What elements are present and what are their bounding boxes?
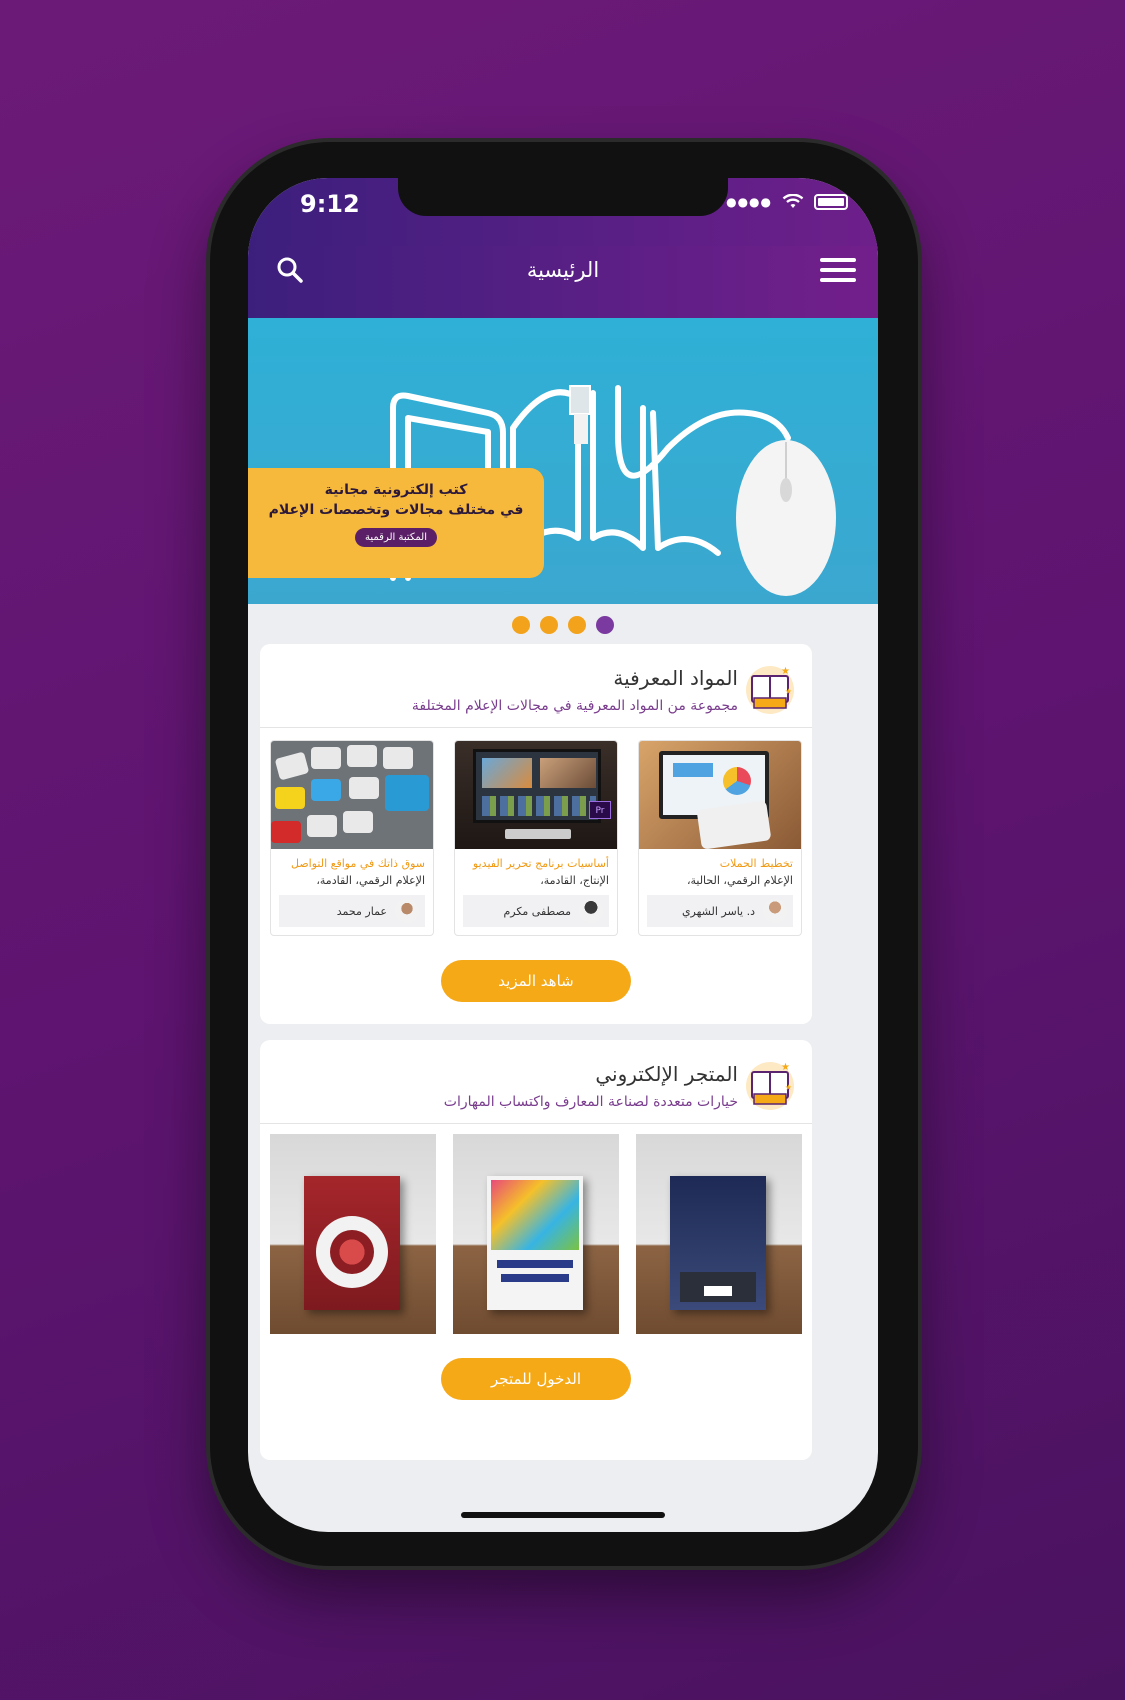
open-book-icon: ★ ★ — [746, 666, 794, 714]
app-bar: الرئيسية — [248, 234, 878, 318]
materials-header: ★ ★ المواد المعرفية مجموعة من المواد الم… — [260, 644, 812, 728]
signal-icon: ●●●● — [726, 195, 772, 209]
course-tags: الإعلام الرقمي، القادمة، — [316, 874, 425, 887]
banner-pager[interactable] — [248, 616, 878, 634]
course-thumbnail — [271, 741, 433, 849]
course-card[interactable]: Pr أساسيات برنامج تحرير الفيديو الإنتاج،… — [454, 740, 618, 936]
banner-line-2: في مختلف مجالات وتخصصات الإعلام — [268, 502, 524, 518]
materials-title: المواد المعرفية — [613, 666, 738, 690]
home-indicator[interactable] — [461, 1512, 665, 1518]
svg-text:★: ★ — [781, 1062, 790, 1073]
store-subtitle: خيارات متعددة لصناعة المعارف واكتساب الم… — [443, 1094, 738, 1110]
course-list: تخطيط الحملات الإعلام الرقمي، الحالية، د… — [260, 728, 812, 936]
materials-subtitle: مجموعة من المواد المعرفية في مجالات الإع… — [411, 698, 738, 714]
status-icons: ●●●● — [726, 194, 848, 210]
pager-dot[interactable] — [540, 616, 558, 634]
instructor-name: د. ياسر الشهري — [681, 904, 755, 918]
pager-dot[interactable] — [512, 616, 530, 634]
instructor-row: د. ياسر الشهري — [647, 895, 793, 927]
notch — [398, 178, 728, 216]
svg-text:★: ★ — [785, 1083, 792, 1092]
book-list — [260, 1124, 812, 1334]
status-time: 9:12 — [300, 190, 360, 218]
menu-icon[interactable] — [820, 258, 856, 282]
battery-icon — [814, 194, 848, 210]
screen: 9:12 ●●●● الرئيسية كتب إلكترونية مجانية … — [248, 178, 878, 1532]
book-cover — [304, 1176, 400, 1310]
course-thumbnail — [639, 741, 801, 849]
instructor-name: عمار محمد — [336, 904, 387, 918]
course-title: تخطيط الحملات — [719, 857, 793, 870]
avatar — [395, 899, 419, 923]
book-item[interactable] — [453, 1134, 619, 1334]
course-title: سوق ذاتك في مواقع التواصل — [290, 857, 425, 870]
store-title: المتجر الإلكتروني — [595, 1062, 738, 1086]
book-item[interactable] — [636, 1134, 802, 1334]
course-tags: الإنتاج، القادمة، — [540, 874, 609, 887]
course-thumbnail: Pr — [455, 741, 617, 849]
course-title: أساسيات برنامج تحرير الفيديو — [472, 857, 609, 870]
course-card[interactable]: تخطيط الحملات الإعلام الرقمي، الحالية، د… — [638, 740, 802, 936]
course-tags: الإعلام الرقمي، الحالية، — [686, 874, 793, 887]
instructor-name: مصطفى مكرم — [503, 904, 571, 918]
pager-dot-active[interactable] — [596, 616, 614, 634]
open-book-icon: ★ ★ — [746, 1062, 794, 1110]
book-cover — [487, 1176, 583, 1310]
store-card: ★ ★ المتجر الإلكتروني خيارات متعددة لصنا… — [260, 1040, 812, 1460]
wifi-icon — [782, 194, 804, 208]
see-more-button[interactable]: شاهد المزيد — [441, 960, 631, 1002]
digital-library-button[interactable]: المكتبة الرقمية — [355, 528, 437, 547]
book-item[interactable] — [270, 1134, 436, 1334]
book-cover — [670, 1176, 766, 1310]
store-header: ★ ★ المتجر الإلكتروني خيارات متعددة لصنا… — [260, 1040, 812, 1124]
course-card[interactable]: سوق ذاتك في مواقع التواصل الإعلام الرقمي… — [270, 740, 434, 936]
avatar — [579, 899, 603, 923]
avatar — [763, 899, 787, 923]
promo-banner[interactable]: كتب إلكترونية مجانية في مختلف مجالات وتخ… — [248, 318, 878, 604]
banner-card: كتب إلكترونية مجانية في مختلف مجالات وتخ… — [248, 468, 544, 578]
pager-dot[interactable] — [568, 616, 586, 634]
materials-card: ★ ★ المواد المعرفية مجموعة من المواد الم… — [260, 644, 812, 1024]
instructor-row: عمار محمد — [279, 895, 425, 927]
banner-line-1: كتب إلكترونية مجانية — [324, 482, 468, 498]
svg-text:★: ★ — [781, 666, 790, 677]
instructor-row: مصطفى مكرم — [463, 895, 609, 927]
enter-store-button[interactable]: الدخول للمتجر — [441, 1358, 631, 1400]
phone-frame: 9:12 ●●●● الرئيسية كتب إلكترونية مجانية … — [210, 142, 918, 1566]
page-title: الرئيسية — [526, 258, 600, 282]
svg-text:★: ★ — [785, 687, 792, 696]
